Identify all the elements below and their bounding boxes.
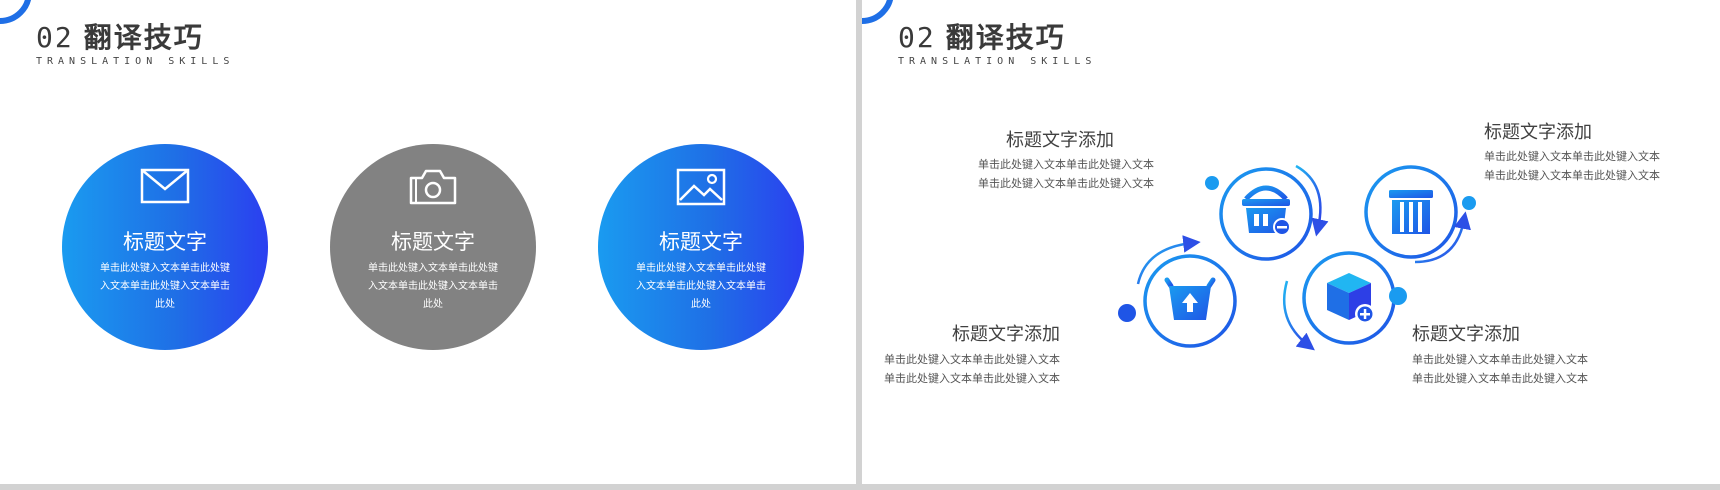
dot-decoration xyxy=(1205,176,1219,190)
dot-decoration xyxy=(1389,287,1407,305)
corner-arc-decoration xyxy=(0,0,32,24)
mail-icon xyxy=(140,168,190,204)
camera-icon xyxy=(409,169,457,205)
dot-decoration xyxy=(1118,304,1136,322)
item-title-1: 标题文字添加 xyxy=(1006,130,1114,151)
slide-title-text: 翻译技巧 xyxy=(83,21,204,54)
step-ring-1 xyxy=(1219,167,1313,261)
slide-right: 02 翻译技巧 TRANSLATION SKILLS 标题文字添加 单击此处键入… xyxy=(862,0,1720,484)
feature-circle-2: 标题文字 单击此处键入文本单击此处键入文本单击此处键入文本单击此处 xyxy=(330,144,536,350)
step-ring-2 xyxy=(1364,165,1458,259)
slide-number: 02 xyxy=(36,21,74,54)
circle-title: 标题文字 xyxy=(123,230,207,254)
item-title-3: 标题文字添加 xyxy=(952,324,1060,345)
feature-circle-3: 标题文字 单击此处键入文本单击此处键入文本单击此处键入文本单击此处 xyxy=(598,144,804,350)
store-icon xyxy=(1389,190,1433,234)
item-body-4: 单击此处键入文本单击此处键入文本单击此处键入文本单击此处键入文本 xyxy=(1412,353,1588,385)
basket-upload-icon xyxy=(1164,277,1216,320)
slide-title: 02 翻译技巧 xyxy=(36,16,204,56)
circle-title: 标题文字 xyxy=(391,230,475,254)
item-body-1: 单击此处键入文本单击此处键入文本单击此处键入文本单击此处键入文本 xyxy=(978,158,1154,190)
circle-body: 单击此处键入文本单击此处键入文本单击此处键入文本单击此处 xyxy=(100,263,230,310)
circle-body: 单击此处键入文本单击此处键入文本单击此处键入文本单击此处 xyxy=(368,263,498,310)
step-ring-4 xyxy=(1302,251,1396,345)
item-title-4: 标题文字添加 xyxy=(1412,324,1520,345)
image-icon xyxy=(676,168,726,206)
dot-decoration xyxy=(1462,196,1476,210)
slide-subtitle: TRANSLATION SKILLS xyxy=(36,56,235,67)
step-ring-3 xyxy=(1143,254,1237,348)
circle-body: 单击此处键入文本单击此处键入文本单击此处键入文本单击此处 xyxy=(636,263,766,310)
process-diagram xyxy=(1118,164,1476,351)
item-body-3: 单击此处键入文本单击此处键入文本单击此处键入文本单击此处键入文本 xyxy=(884,353,1060,385)
slide-left: 02 翻译技巧 TRANSLATION SKILLS 标题文字 单击此处键入文本单… xyxy=(0,0,856,484)
circle-title: 标题文字 xyxy=(659,230,743,254)
feature-circle-1: 标题文字 单击此处键入文本单击此处键入文本单击此处键入文本单击此处 xyxy=(62,144,268,350)
item-title-2: 标题文字添加 xyxy=(1484,122,1592,143)
item-body-2: 单击此处键入文本单击此处键入文本单击此处键入文本单击此处键入文本 xyxy=(1484,150,1660,182)
